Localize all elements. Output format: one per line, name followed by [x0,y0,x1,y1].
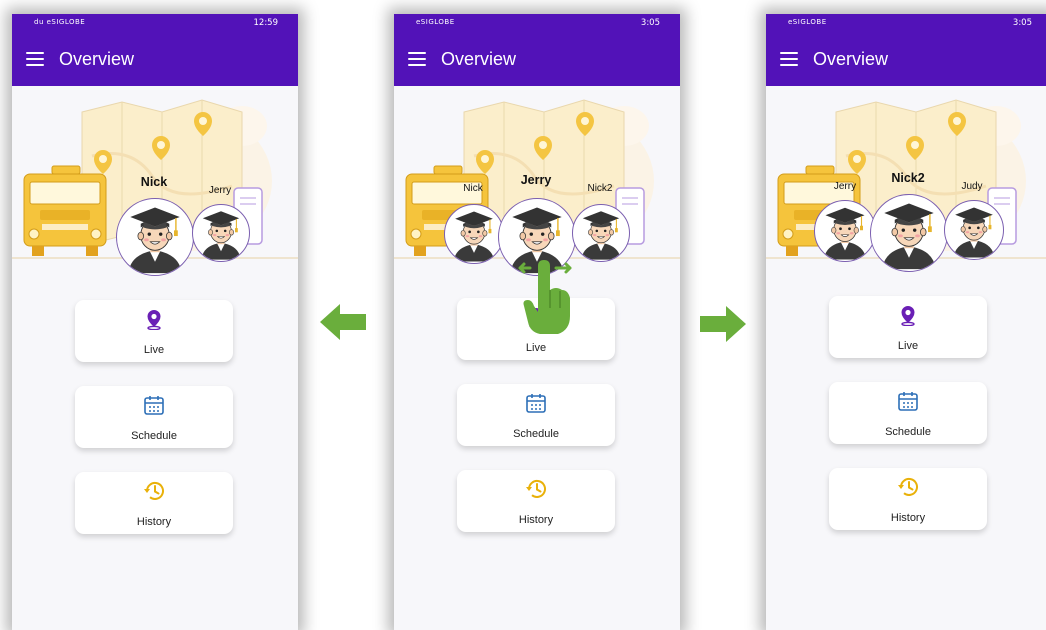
status-carrier: eSIGLOBE [788,18,827,26]
schedule-button[interactable]: Schedule [75,386,233,448]
student-avatar-right[interactable] [572,204,630,262]
student-avatar-right[interactable] [192,204,250,262]
swipe-hand-icon [518,260,572,334]
phone-screen-after-swipe-right: eSIGLOBE 3:05 Overview Jerry Nick2 Judy [766,14,1046,630]
location-pin-icon [147,310,161,330]
status-time: 3:05 [640,18,660,28]
calendar-icon [526,394,546,413]
student-name-right: Judy [961,181,983,192]
history-clock-icon [144,482,164,500]
page-title: Overview [59,49,135,69]
hero-illustration: Jerry Nick2 Judy [766,86,1046,286]
app-bar: eSIGLOBE 3:05 Overview [766,14,1046,86]
hero-illustration: Nick Jerry [12,86,298,286]
live-label: Live [525,342,547,354]
student-name-center: Nick [140,175,168,189]
hamburger-menu-icon[interactable] [408,52,428,66]
status-bar: eSIGLOBE 3:05 [394,14,680,36]
history-label: History [890,512,926,524]
student-name-right: Nick2 [587,183,613,194]
hamburger-menu-icon[interactable] [26,52,46,66]
history-button[interactable]: History [75,472,233,534]
live-button[interactable]: Live [829,296,987,358]
schedule-label: Schedule [513,428,559,440]
schedule-button[interactable]: Schedule [457,384,615,446]
arrow-right-icon [700,306,746,342]
history-clock-icon [898,478,918,496]
status-bar: eSIGLOBE 3:05 [766,14,1046,36]
status-carrier: eSIGLOBE [416,18,455,26]
calendar-icon [898,392,918,411]
history-label: History [136,516,172,528]
calendar-icon [144,396,164,415]
live-button[interactable]: Live [75,300,233,362]
student-avatar-center[interactable] [870,194,948,272]
hero-illustration: Nick Jerry Nick2 [394,86,680,286]
app-bar: du eSIGLOBE 12:59 Overview [12,14,298,86]
hamburger-menu-icon[interactable] [780,52,800,66]
schedule-label: Schedule [131,430,177,442]
student-avatar-left[interactable] [814,200,876,262]
status-time: 12:59 [253,18,279,28]
page-title: Overview [813,49,889,69]
history-clock-icon [526,480,546,498]
student-name-right: Jerry [208,185,232,196]
phone-screen-after-swipe-left: du eSIGLOBE 12:59 Overview Nick Jerry Li… [12,14,298,630]
student-name-left: Nick [463,183,483,194]
schedule-label: Schedule [885,426,931,438]
location-pin-icon [901,306,915,326]
student-avatar-center[interactable] [116,198,194,276]
app-bar: eSIGLOBE 3:05 Overview [394,14,680,86]
student-name-left: Jerry [833,181,857,192]
status-bar: du eSIGLOBE 12:59 [12,14,298,36]
schedule-button[interactable]: Schedule [829,382,987,444]
history-label: History [518,514,554,526]
status-carrier: du eSIGLOBE [34,18,86,26]
student-avatar-right[interactable] [944,200,1004,260]
student-name-center: Nick2 [891,171,925,185]
history-button[interactable]: History [829,468,987,530]
page-title: Overview [441,49,517,69]
live-label: Live [143,344,165,356]
live-label: Live [897,340,919,352]
arrow-left-icon [320,304,366,340]
history-button[interactable]: History [457,470,615,532]
phone-screen-swipe-gesture: eSIGLOBE 3:05 Overview Nick Jerry Nick2 [394,14,680,630]
status-time: 3:05 [1012,18,1032,28]
student-avatar-left[interactable] [444,204,504,264]
student-name-center: Jerry [520,173,552,187]
